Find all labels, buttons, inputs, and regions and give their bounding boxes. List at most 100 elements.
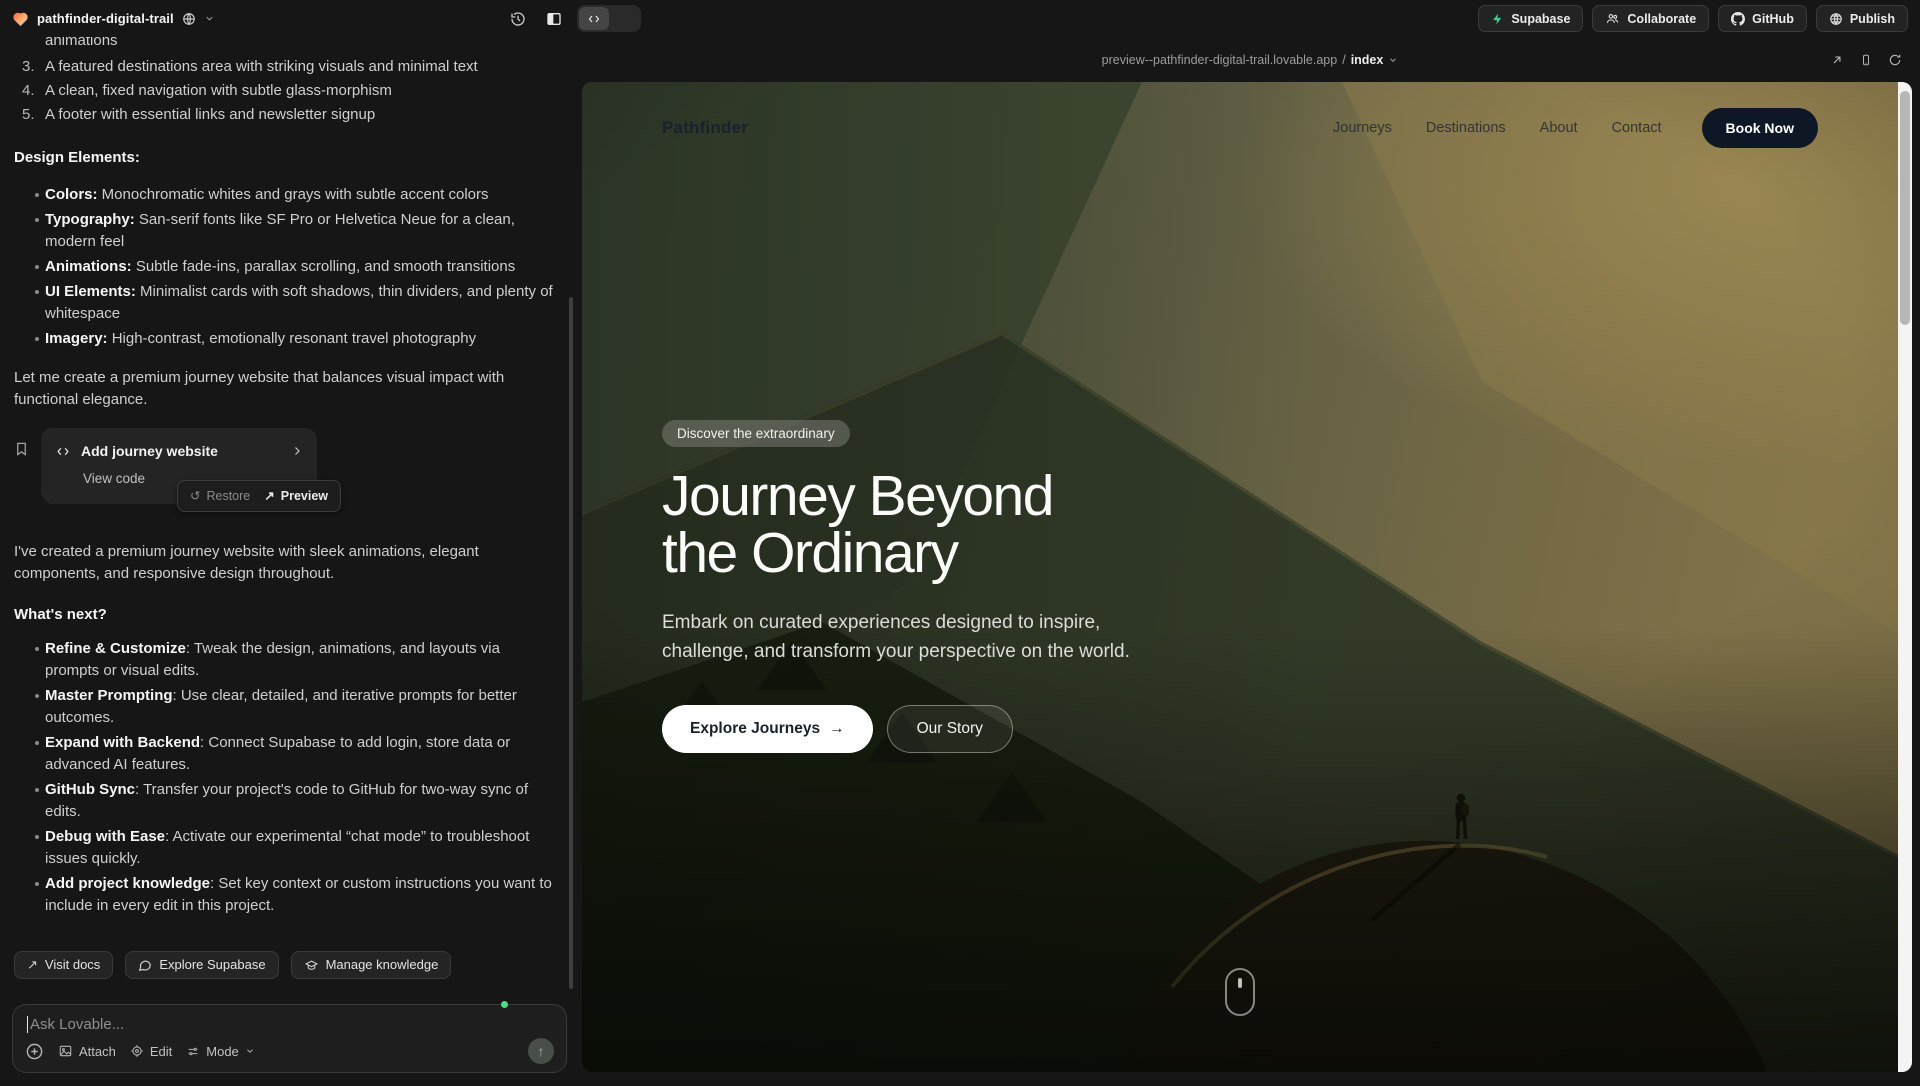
book-now-button[interactable]: Book Now [1702,108,1818,148]
sidebar-toggle-icon[interactable] [541,6,567,32]
app-topbar: pathfinder-digital-trail Supabase Col [0,0,1920,37]
list-item: 5.A footer with essential links and news… [14,104,556,126]
design-elements-heading: Design Elements: [14,147,556,169]
site-logo[interactable]: Pathfinder [662,118,748,138]
hero-heading: Journey Beyond the Ordinary [662,468,1222,582]
chevron-down-icon[interactable] [204,13,215,24]
chat-bubble-icon [138,958,152,972]
artifact-title: Add journey website [81,440,281,462]
target-icon [130,1044,144,1058]
preview-header: preview--pathfinder-digital-trail.lovabl… [580,37,1920,82]
composer-input[interactable]: Ask Lovable... [30,1016,124,1033]
assistant-paragraph: I've created a premium journey website w… [14,541,534,585]
hero-subtitle: Embark on curated experiences designed t… [662,609,1142,666]
chevron-down-icon [1388,55,1398,65]
github-icon [1731,12,1745,26]
hero-badge: Discover the extraordinary [662,420,850,447]
list-item: Refine & Customize: Tweak the design, an… [14,638,556,682]
code-icon [55,445,71,458]
site-navbar: Pathfinder Journeys Destinations About C… [582,82,1898,174]
restore-button[interactable]: ↺ Restore [190,485,250,507]
sliders-icon [186,1045,200,1058]
list-item: Expand with Backend: Connect Supabase to… [14,732,556,776]
code-view-icon[interactable] [579,7,609,30]
preview-page: index [1351,53,1384,67]
preview-panel: preview--pathfinder-digital-trail.lovabl… [580,37,1920,1086]
scroll-indicator-icon [1225,968,1255,1016]
people-icon [1605,12,1620,25]
add-button[interactable] [25,1042,44,1061]
globe-icon [182,12,196,26]
arrow-ne-icon: ↗ [27,954,38,976]
chat-scrollbar[interactable] [569,297,573,989]
nav-link-journeys[interactable]: Journeys [1333,120,1392,136]
site-scrollbar[interactable] [1898,82,1912,1072]
mobile-device-icon[interactable] [1860,52,1872,68]
manage-knowledge-button[interactable]: Manage knowledge [291,951,452,979]
lovable-heart-logo [12,11,29,27]
history-icon[interactable] [505,6,531,32]
attach-button[interactable]: Attach [58,1044,116,1059]
list-item: Add project knowledge: Set key context o… [14,873,556,917]
list-item: Imagery: High-contrast, emotionally reso… [14,328,556,350]
text-caret [27,1016,28,1033]
supabase-button[interactable]: Supabase [1478,5,1583,32]
site-scrollbar-thumb[interactable] [1900,91,1910,325]
site-preview-frame: Pathfinder Journeys Destinations About C… [582,82,1912,1072]
list-item: GitHub Sync: Transfer your project's cod… [14,779,556,823]
open-in-new-icon[interactable] [1830,53,1844,67]
arrow-up-icon: ↑ [538,1043,545,1059]
artifact-actions: ↺ Restore ↗ Preview [177,480,341,512]
nav-link-contact[interactable]: Contact [1612,120,1662,136]
bookmark-icon[interactable] [14,440,29,458]
nav-link-destinations[interactable]: Destinations [1426,120,1506,136]
project-name[interactable]: pathfinder-digital-trail [37,11,174,26]
list-item: UI Elements: Minimalist cards with soft … [14,281,556,325]
supabase-icon [1491,12,1504,26]
chevron-down-icon [245,1046,255,1056]
mode-selector[interactable]: Mode [186,1044,255,1059]
list-item: Animations: Subtle fade-ins, parallax sc… [14,256,556,278]
chat-panel: animations 3.A featured destinations are… [0,37,580,1086]
list-item: 3.A featured destinations area with stri… [14,56,556,78]
arrow-right-icon: → [829,720,845,738]
refresh-icon[interactable] [1888,53,1902,67]
list-item: Typography: San-serif fonts like SF Pro … [14,209,556,253]
feature-list: 3.A featured destinations area with stri… [14,54,556,128]
view-mode-toggle[interactable] [577,5,641,32]
explore-journeys-button[interactable]: Explore Journeys → [662,705,873,753]
explore-supabase-button[interactable]: Explore Supabase [125,951,278,979]
arrow-ne-icon: ↗ [264,485,274,507]
assistant-paragraph: Let me create a premium journey website … [14,367,534,411]
list-item: Colors: Monochromatic whites and grays w… [14,184,556,206]
chat-composer[interactable]: Ask Lovable... Attach Edit Mode ↑ [12,1004,567,1073]
graduation-cap-icon [304,959,319,972]
hero-content: Discover the extraordinary Journey Beyon… [662,420,1222,753]
preview-url: preview--pathfinder-digital-trail.lovabl… [1102,53,1338,67]
collaborate-button[interactable]: Collaborate [1592,5,1709,32]
publish-button[interactable]: Publish [1816,5,1908,32]
chevron-right-icon [291,445,303,457]
clipped-text-line: animations [14,37,556,52]
visit-docs-button[interactable]: ↗ Visit docs [14,951,113,979]
preview-button[interactable]: ↗ Preview [264,485,328,507]
list-item: Debug with Ease: Activate our experiment… [14,826,556,870]
design-elements-list: Colors: Monochromatic whites and grays w… [14,181,556,353]
status-dot [501,1001,508,1008]
list-item: 4.A clean, fixed navigation with subtle … [14,80,556,102]
image-icon [58,1044,73,1058]
edit-button[interactable]: Edit [130,1044,172,1059]
whats-next-heading: What's next? [14,604,556,626]
github-button[interactable]: GitHub [1718,5,1807,32]
nav-link-about[interactable]: About [1540,120,1578,136]
send-button[interactable]: ↑ [528,1038,554,1064]
restore-icon: ↺ [190,485,200,507]
code-artifact: Add journey website View code ↺ Restore … [14,428,556,516]
list-item: Master Prompting: Use clear, detailed, a… [14,685,556,729]
chat-message-area[interactable]: animations 3.A featured destinations are… [0,37,566,989]
preview-url-bar[interactable]: preview--pathfinder-digital-trail.lovabl… [1102,53,1399,67]
publish-globe-icon [1829,12,1843,26]
suggestion-chips: ↗ Visit docs Explore Supabase Manage kno… [14,951,556,989]
whats-next-list: Refine & Customize: Tweak the design, an… [14,635,556,920]
our-story-button[interactable]: Our Story [887,705,1013,753]
